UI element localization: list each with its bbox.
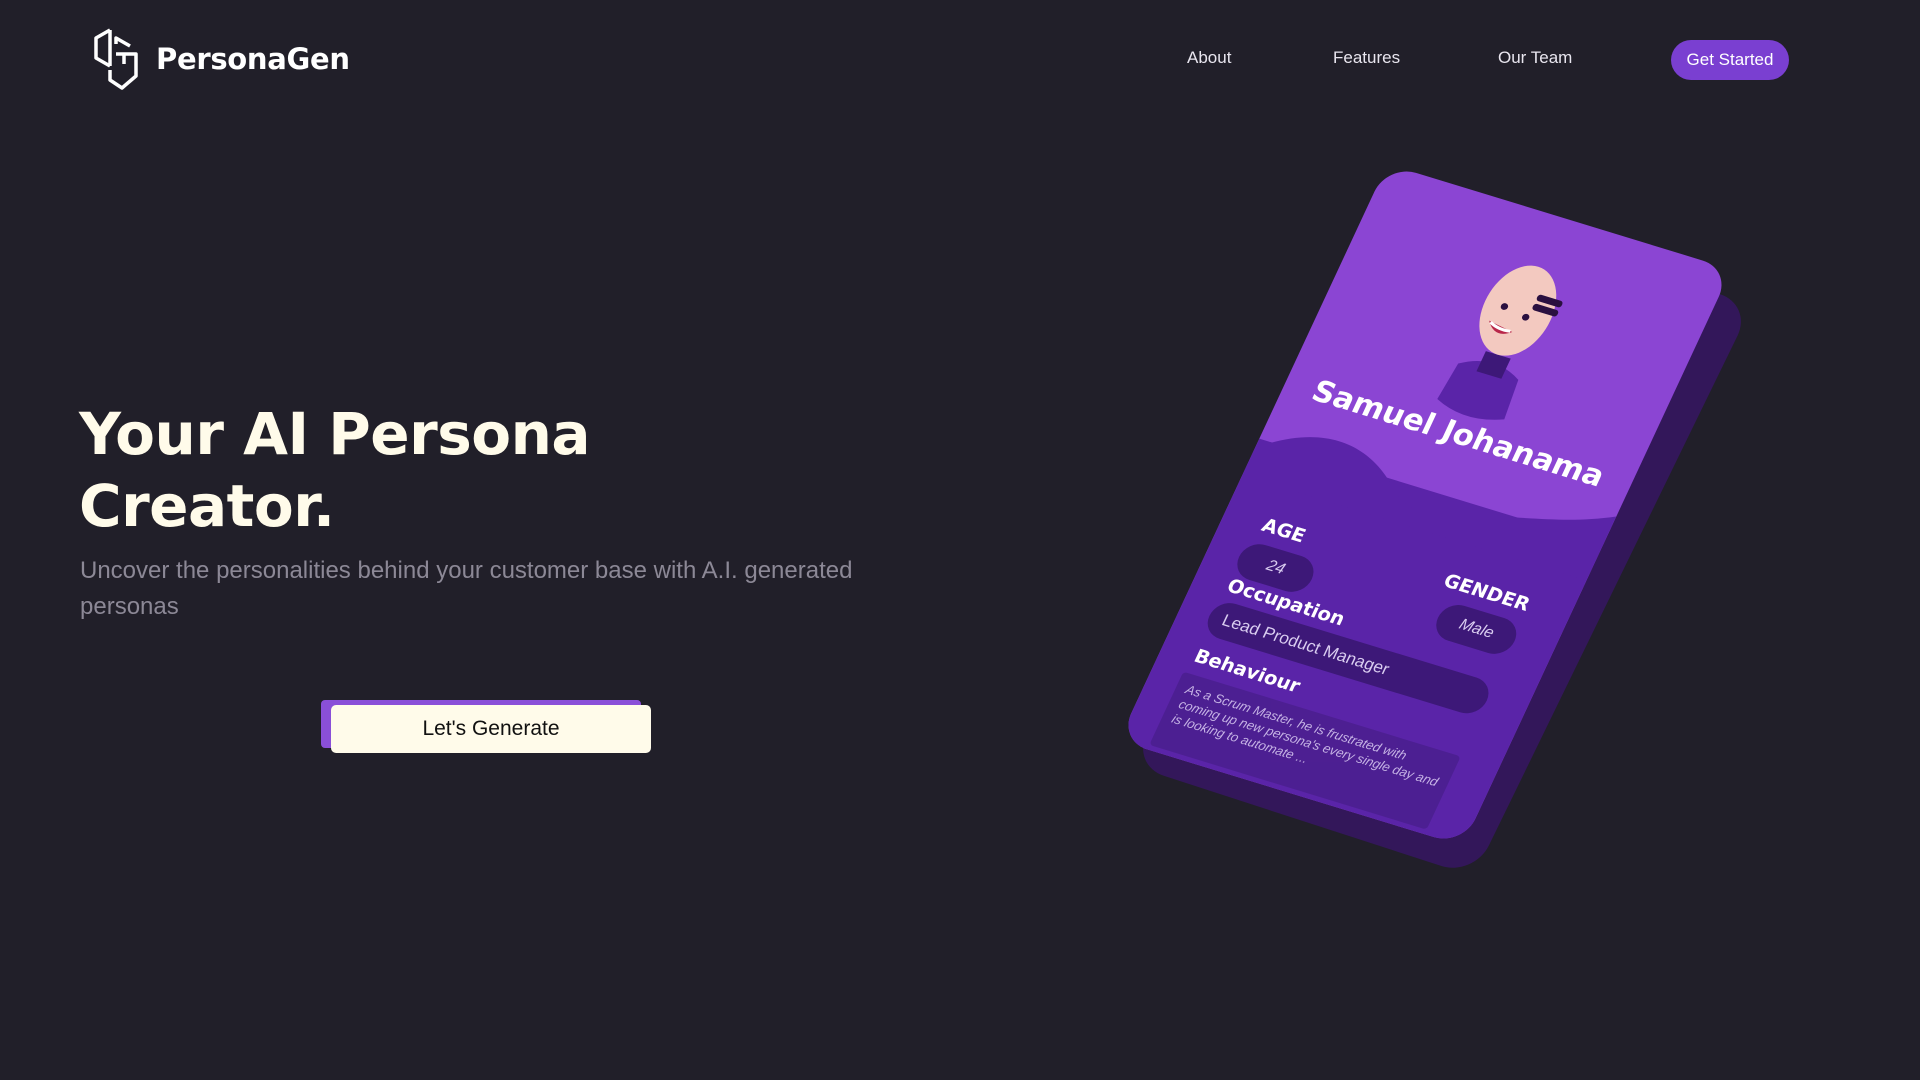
generate-button-group: Let's Generate xyxy=(321,700,651,754)
hero-title: Your AI Persona Creator. xyxy=(79,398,591,542)
nav-about-link[interactable]: About xyxy=(1187,48,1231,68)
lets-generate-button[interactable]: Let's Generate xyxy=(331,705,651,753)
nav-our-team-link[interactable]: Our Team xyxy=(1498,48,1572,68)
hexagon-pg-logo-icon xyxy=(94,28,138,90)
landing-page: PersonaGen About Features Our Team Get S… xyxy=(0,0,1920,1080)
brand-name: PersonaGen xyxy=(156,42,350,76)
get-started-button[interactable]: Get Started xyxy=(1671,40,1789,80)
nav-features-link[interactable]: Features xyxy=(1333,48,1400,68)
hero-title-line-1: Your AI Persona xyxy=(79,400,591,468)
brand-logo[interactable]: PersonaGen xyxy=(90,26,350,92)
hero-title-line-2: Creator. xyxy=(79,472,335,540)
avatar-illustration-icon xyxy=(1437,265,1563,420)
hero-subtitle: Uncover the personalities behind your cu… xyxy=(80,557,853,620)
